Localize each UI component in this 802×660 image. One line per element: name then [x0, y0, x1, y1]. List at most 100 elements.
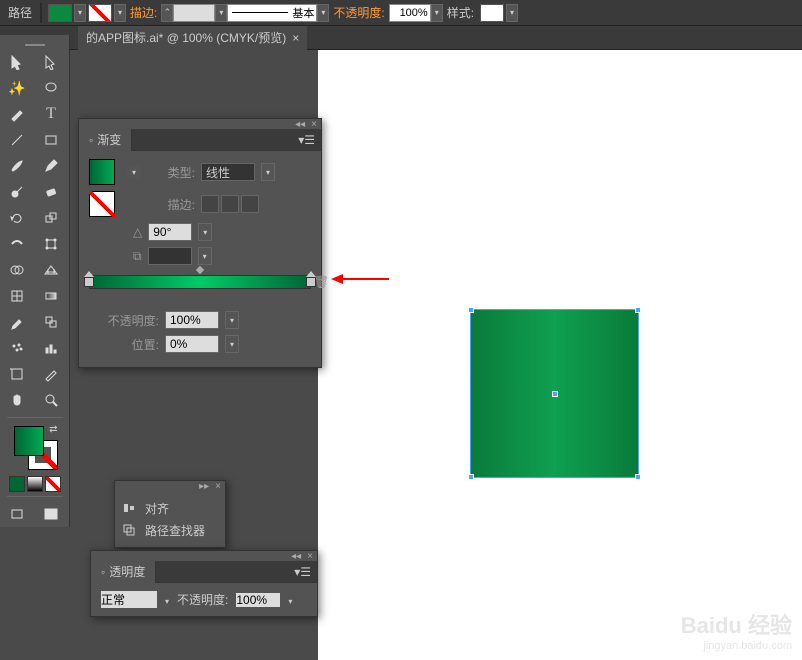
gradient-stroke-swatch[interactable] — [89, 191, 115, 217]
opacity-input[interactable]: 100% — [389, 4, 431, 22]
slice-tool[interactable] — [36, 362, 66, 386]
tab-close-icon[interactable]: × — [292, 31, 299, 45]
stroke-align-1[interactable] — [201, 195, 219, 213]
toolbox-grip[interactable] — [0, 41, 69, 49]
gradient-tool[interactable] — [36, 284, 66, 308]
grad-opacity-dd[interactable] — [225, 311, 239, 329]
stroke-align-3[interactable] — [241, 195, 259, 213]
rectangle-tool[interactable] — [36, 128, 66, 152]
delete-stop-icon[interactable]: 🗑 — [314, 275, 329, 289]
panel-expand-icon[interactable]: ▸▸ — [199, 481, 209, 492]
pen-tool[interactable] — [2, 102, 32, 126]
fill-stroke-control[interactable]: ⇄ — [12, 424, 58, 470]
gradient-slider[interactable]: 🗑 — [89, 275, 311, 289]
panel-close-icon[interactable]: × — [311, 119, 317, 130]
screen-mode-full[interactable] — [36, 502, 66, 526]
stroke-dropdown[interactable] — [114, 4, 126, 22]
eraser-tool[interactable] — [36, 180, 66, 204]
fill-dropdown[interactable] — [74, 4, 86, 22]
eyedropper-tool[interactable] — [2, 310, 32, 334]
stroke-width-dd[interactable] — [215, 4, 227, 22]
document-tab[interactable]: 的APP图标.ai* @ 100% (CMYK/预览) × — [78, 26, 307, 50]
column-graph-tool[interactable] — [36, 336, 66, 360]
screen-mode-normal[interactable] — [2, 502, 32, 526]
grad-position-input[interactable]: 0% — [165, 335, 219, 353]
midpoint-handle[interactable] — [196, 266, 204, 274]
resize-handle-bl[interactable] — [468, 474, 474, 480]
mesh-tool[interactable] — [2, 284, 32, 308]
blend-mode-select[interactable]: 正常 — [101, 591, 157, 608]
lasso-tool[interactable] — [36, 76, 66, 100]
free-transform-tool[interactable] — [36, 232, 66, 256]
stroke-width-input[interactable] — [173, 4, 215, 22]
align-panel-button[interactable]: 对齐 — [121, 497, 219, 519]
gradient-bar[interactable] — [89, 275, 311, 289]
panel-menu-icon[interactable]: ▾☰ — [292, 133, 321, 147]
center-handle[interactable] — [552, 391, 558, 397]
gradient-ratio-dd[interactable] — [198, 247, 212, 265]
selection-tool[interactable] — [2, 50, 32, 74]
rotate-tool[interactable] — [2, 206, 32, 230]
stroke-swatch[interactable] — [88, 4, 112, 22]
symbol-sprayer-tool[interactable] — [2, 336, 32, 360]
panel-grip[interactable]: ◂◂ × — [91, 551, 317, 561]
gradient-stop-left[interactable] — [84, 287, 94, 301]
selected-rectangle[interactable] — [471, 310, 638, 477]
panel-close-icon[interactable]: × — [307, 551, 313, 562]
artboard-tool[interactable] — [2, 362, 32, 386]
panel-close-icon[interactable]: × — [215, 481, 221, 492]
gradient-preview-swatch[interactable] — [89, 159, 115, 185]
blend-mode-dd[interactable] — [165, 593, 169, 607]
fill-swatch[interactable] — [48, 4, 72, 22]
gradient-type-select[interactable]: 线性 — [201, 163, 255, 181]
trans-opacity-input[interactable]: 100% — [236, 593, 280, 607]
trans-opacity-dd[interactable] — [288, 593, 292, 607]
grad-position-dd[interactable] — [225, 335, 239, 353]
gradient-preview-dd[interactable]: ▾ — [127, 165, 141, 179]
width-tool[interactable] — [2, 232, 32, 256]
resize-handle-tl[interactable] — [468, 307, 474, 313]
perspective-grid-tool[interactable] — [36, 258, 66, 282]
direct-selection-tool[interactable] — [36, 50, 66, 74]
pencil-tool[interactable] — [36, 154, 66, 178]
line-tool[interactable] — [2, 128, 32, 152]
zoom-tool[interactable] — [36, 388, 66, 412]
grad-opacity-input[interactable]: 100% — [165, 311, 219, 329]
panel-menu-icon[interactable]: ▾☰ — [288, 565, 317, 579]
shape-builder-tool[interactable] — [2, 258, 32, 282]
opacity-dd[interactable] — [431, 4, 443, 22]
gradient-ratio-input[interactable] — [148, 247, 192, 265]
swap-fill-stroke-icon[interactable]: ⇄ — [49, 424, 57, 435]
stroke-width-down[interactable]: ⌃ — [161, 4, 173, 22]
hand-tool[interactable] — [2, 388, 32, 412]
type-tool[interactable]: T — [36, 102, 66, 126]
solid-mode[interactable] — [9, 476, 25, 492]
artboard[interactable]: Baidu 经验 jingyan.baidu.com — [318, 50, 802, 660]
fill-color-box[interactable] — [14, 426, 44, 456]
panel-collapse-icon[interactable]: ◂◂ — [295, 119, 305, 130]
gradient-stop-right[interactable] — [306, 287, 316, 301]
pathfinder-panel-button[interactable]: 路径查找器 — [121, 519, 219, 541]
resize-handle-br[interactable] — [635, 474, 641, 480]
gradient-angle-input[interactable]: 90° — [148, 223, 192, 241]
stroke-align-2[interactable] — [221, 195, 239, 213]
style-swatch[interactable] — [480, 4, 504, 22]
gradient-tab[interactable]: ◦ 渐变 — [79, 129, 132, 151]
stroke-style-dd[interactable] — [317, 4, 329, 22]
resize-handle-tr[interactable] — [635, 307, 641, 313]
blend-tool[interactable] — [36, 310, 66, 334]
gradient-mode[interactable] — [27, 476, 43, 492]
paintbrush-tool[interactable] — [2, 154, 32, 178]
magic-wand-tool[interactable]: ✨ — [2, 76, 32, 100]
panel-grip[interactable]: ▸▸ × — [115, 481, 225, 491]
none-mode[interactable] — [45, 476, 61, 492]
panel-collapse-icon[interactable]: ◂◂ — [291, 551, 301, 562]
scale-tool[interactable] — [36, 206, 66, 230]
transparency-tab[interactable]: ◦ 透明度 — [91, 561, 156, 583]
gradient-type-dd[interactable] — [261, 163, 275, 181]
panel-grip[interactable]: ◂◂ × — [79, 119, 321, 129]
style-dd[interactable] — [506, 4, 518, 22]
stroke-style-select[interactable]: 基本 — [227, 4, 317, 22]
gradient-angle-dd[interactable] — [198, 223, 212, 241]
blob-brush-tool[interactable] — [2, 180, 32, 204]
